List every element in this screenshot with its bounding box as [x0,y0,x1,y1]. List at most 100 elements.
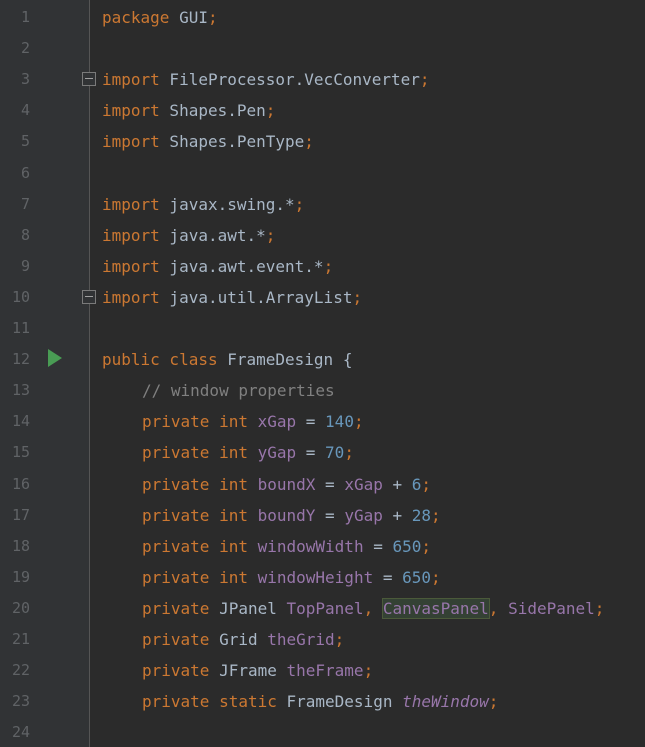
line-number: 10 [11,287,30,306]
code-token: import [102,225,160,245]
code-token: import [102,194,160,214]
code-token: private int [142,443,248,463]
code-text[interactable]: private int windowWidth = 650; [102,531,431,562]
code-token: yGap [344,505,383,525]
code-line[interactable]: 21 private Grid theGrid; [0,624,645,655]
code-token: java.awt.* [159,225,266,245]
code-token: ; [488,692,499,712]
line-number: 13 [11,381,30,400]
code-text[interactable]: private int windowHeight = 650; [102,562,441,593]
code-line[interactable]: 10 import java.util.ArrayList; [0,282,645,313]
code-text[interactable]: // window properties [102,375,335,406]
code-text[interactable]: import FileProcessor.VecConverter; [102,64,430,95]
run-gutter-icon[interactable] [48,349,62,368]
code-line[interactable]: 15 private int yGap = 70; [0,437,645,468]
line-number: 20 [11,598,30,617]
highlighted-identifier: CanvasPanel [381,597,490,619]
code-line[interactable]: 16 private int boundX = xGap + 6; [0,469,645,500]
code-line[interactable]: 3 import FileProcessor.VecConverter; [0,64,645,95]
code-token: Shapes.PenType [159,132,305,152]
code-token: ; [431,567,441,587]
line-number: 6 [20,163,30,182]
line-number: 4 [20,101,30,120]
code-text[interactable]: import java.util.ArrayList; [102,282,362,313]
code-token: , [363,598,383,618]
code-line[interactable]: 5 import Shapes.PenType; [0,126,645,157]
code-token: ; [323,256,334,276]
code-text[interactable]: private Grid theGrid; [102,624,344,655]
code-token: ; [419,70,430,90]
code-token: 650 [402,567,432,587]
line-number: 24 [11,723,30,742]
code-line[interactable]: 7 import javax.swing.*; [0,189,645,220]
code-token: , [488,598,509,618]
code-text[interactable]: private int boundY = yGap + 28; [102,500,441,531]
code-token: public class [102,350,218,370]
code-token: ; [353,412,364,432]
code-token: ; [363,661,374,681]
line-number: 9 [20,256,30,275]
code-editor[interactable]: 1 package GUI; 2 3 import FileProcessor.VecC… [0,0,645,747]
line-number: 21 [11,630,30,648]
code-line[interactable]: 13 // window properties [0,375,645,406]
code-line[interactable]: 6 [0,158,645,189]
code-token: private int [142,474,248,494]
code-text[interactable]: import java.awt.event.*; [102,251,333,282]
code-text[interactable]: private static FrameDesign theWindow; [102,686,498,717]
code-line[interactable]: 8 import java.awt.*; [0,220,645,251]
code-token: = [373,567,403,587]
code-line[interactable]: 24 [0,717,645,747]
code-token: ; [334,630,345,649]
code-text[interactable]: public class FrameDesign { [102,344,352,375]
code-text[interactable]: import javax.swing.*; [102,189,304,220]
code-text[interactable]: import java.awt.*; [102,220,275,251]
code-text[interactable]: private JFrame theFrame; [102,655,373,686]
line-number: 8 [20,225,30,244]
code-token: = [363,536,393,556]
code-token: SidePanel [508,598,595,618]
fold-icon[interactable] [82,72,96,87]
code-line[interactable]: 23 private static FrameDesign theWindow; [0,686,645,717]
code-line[interactable]: 20 private JPanel TopPanel, CanvasPanel, … [0,593,645,624]
code-token: windowHeight [257,567,374,587]
code-text[interactable]: import Shapes.PenType; [102,126,314,157]
code-token: import [102,132,160,152]
code-token: yGap [257,443,297,463]
code-line[interactable]: 9 import java.awt.event.*; [0,251,645,282]
code-token: Shapes.Pen [159,101,266,121]
code-line[interactable]: 22 private JFrame theFrame; [0,655,645,686]
code-line[interactable]: 1 package GUI; [0,2,645,33]
code-token: import [102,287,160,307]
code-token: 650 [392,536,422,556]
code-token: ; [594,598,605,618]
code-line[interactable]: 18 private int windowWidth = 650; [0,531,645,562]
line-number: 1 [20,8,30,26]
code-token: private [142,598,210,618]
code-token: ; [207,8,218,27]
code-text[interactable]: private JPanel TopPanel, CanvasPanel, Si… [102,593,604,624]
code-line[interactable]: 12 public class FrameDesign { [0,344,645,375]
line-number: 16 [11,474,30,493]
code-text[interactable]: import Shapes.Pen; [102,95,275,126]
code-text[interactable]: package GUI; [102,2,218,33]
code-token: java.awt.event.* [159,256,324,276]
code-token: // window properties [142,381,335,401]
line-number: 7 [20,194,30,213]
code-line[interactable]: 2 [0,33,645,64]
code-token: ; [344,443,354,463]
code-text[interactable]: private int yGap = 70; [102,437,354,468]
code-text[interactable]: private int boundX = xGap + 6; [102,469,431,500]
code-line[interactable]: 19 private int windowHeight = 650; [0,562,645,593]
code-line[interactable]: 14 private int xGap = 140; [0,406,645,437]
code-token: ; [421,536,432,556]
code-line[interactable]: 17 private int boundY = yGap + 28; [0,500,645,531]
code-line[interactable]: 11 [0,313,645,344]
code-line[interactable]: 4 import Shapes.Pen; [0,95,645,126]
code-token: private int [142,505,248,525]
code-text[interactable]: private int xGap = 140; [102,406,364,437]
line-number: 17 [11,505,30,524]
fold-icon[interactable] [82,289,96,304]
